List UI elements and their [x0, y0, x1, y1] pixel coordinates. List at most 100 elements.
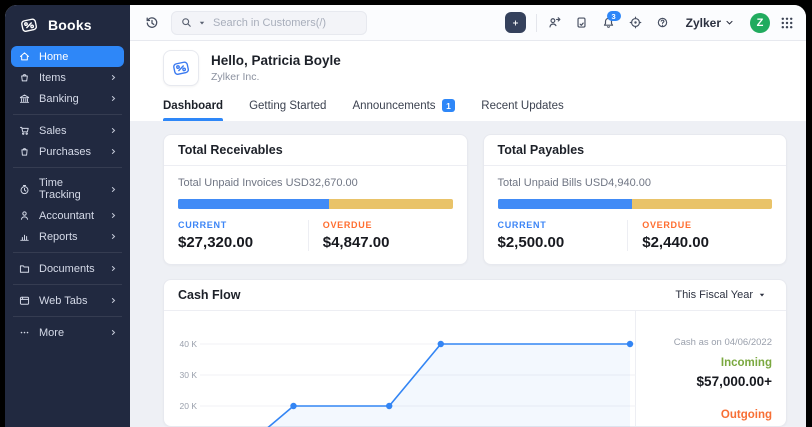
search-box — [171, 10, 367, 35]
tab-label: Getting Started — [249, 99, 327, 112]
app-title: Books — [48, 17, 92, 33]
tab-label: Dashboard — [163, 99, 224, 112]
receivables-current-label: CURRENT — [178, 220, 227, 230]
sidebar-nav: Home Items Banking Sales Purchases Time Track… — [5, 44, 130, 343]
sidebar-item-purchases[interactable]: Purchases — [11, 141, 124, 162]
chevron-right-icon — [109, 94, 118, 103]
purchases-icon — [18, 145, 31, 158]
payables-overdue-label: OVERDUE — [642, 220, 692, 230]
tab-dashboard[interactable]: Dashboard — [163, 99, 224, 121]
search-input[interactable] — [211, 15, 358, 30]
referral-icon[interactable] — [547, 15, 562, 30]
search-scope-caret-icon[interactable] — [198, 19, 206, 27]
total-receivables-card: Total Receivables Total Unpaid Invoices … — [163, 134, 468, 265]
chevron-right-icon — [109, 147, 118, 156]
sidebar-item-label: Reports — [39, 230, 78, 243]
time-tracking-icon — [18, 183, 31, 196]
sidebar-item-banking[interactable]: Banking — [11, 88, 124, 109]
notifications-icon[interactable]: 3 — [601, 11, 621, 30]
documents-icon — [18, 262, 31, 275]
payables-overdue-value: $2,440.00 — [642, 234, 709, 251]
dashboard-body: Total Receivables Total Unpaid Invoices … — [130, 121, 806, 427]
sidebar-item-web-tabs[interactable]: Web Tabs — [11, 290, 124, 311]
sidebar-item-label: Documents — [39, 262, 95, 275]
receivables-current-segment — [178, 199, 329, 209]
books-logo[interactable]: Books — [5, 5, 130, 44]
receivables-current-value: $27,320.00 — [178, 234, 254, 251]
tab-recent-updates[interactable]: Recent Updates — [481, 99, 563, 121]
tab-badge: 1 — [441, 99, 456, 112]
sidebar-item-label: Time Tracking — [39, 177, 81, 201]
receivables-overdue-label: OVERDUE — [322, 220, 373, 230]
outgoing-label: Outgoing — [720, 409, 772, 421]
sidebar-item-sales[interactable]: Sales — [11, 120, 124, 141]
greeting-section: Hello, Patricia Boyle Zylker Inc. Dashbo… — [130, 41, 806, 121]
sales-icon — [18, 124, 31, 137]
sidebar-item-label: Purchases — [39, 145, 91, 158]
cash-flow-summary: Cash as on 04/06/2022 Incoming $57,000.0… — [635, 311, 786, 427]
chevron-right-icon — [109, 126, 118, 135]
organization-switcher[interactable]: Zylker — [680, 15, 740, 31]
sidebar-item-home[interactable]: Home — [11, 46, 124, 67]
chevron-right-icon — [109, 264, 118, 273]
books-badge-icon — [163, 50, 199, 86]
help-icon[interactable] — [655, 15, 670, 30]
content: Hello, Patricia Boyle Zylker Inc. Dashbo… — [130, 41, 806, 427]
sidebar: Books Home Items Banking Sales Purchases Time… — [5, 5, 130, 427]
sidebar-item-reports[interactable]: Reports — [11, 226, 124, 247]
cash-flow-chart: 40 K30 K20 K10 K — [164, 311, 636, 427]
sidebar-item-time-tracking[interactable]: Time Tracking — [11, 173, 124, 205]
total-payables-card: Total Payables Total Unpaid Bills USD4,9… — [482, 134, 787, 265]
payables-subtitle: Total Unpaid Bills USD4,940.00 — [497, 177, 651, 189]
topbar-divider — [535, 13, 537, 32]
chevron-right-icon — [109, 211, 118, 220]
chevron-right-icon — [109, 296, 118, 305]
svg-text:20 K: 20 K — [180, 401, 198, 411]
sidebar-item-label: Items — [39, 71, 66, 84]
organization-name: Zylker — [685, 15, 721, 30]
receivables-subtitle: Total Unpaid Invoices USD32,670.00 — [178, 177, 358, 189]
chevron-down-icon — [759, 293, 765, 297]
books-logo-icon — [18, 14, 40, 36]
feedback-icon[interactable] — [574, 15, 589, 30]
avatar[interactable]: Z — [750, 12, 770, 33]
quick-create-button[interactable] — [504, 12, 526, 33]
greeting-text: Hello, Patricia Boyle — [211, 53, 341, 68]
sidebar-separator — [13, 316, 122, 317]
payables-current-label: CURRENT — [497, 220, 547, 230]
tab-getting-started[interactable]: Getting Started — [249, 99, 326, 121]
tab-announcements[interactable]: Announcements 1 — [352, 99, 456, 121]
web-tabs-icon — [18, 294, 31, 307]
sidebar-item-accountant[interactable]: Accountant — [11, 205, 124, 226]
receivables-progress-bar — [178, 199, 453, 209]
receivables-title: Total Receivables — [164, 135, 467, 166]
sidebar-item-more[interactable]: More — [11, 322, 124, 343]
recent-history-icon[interactable] — [144, 15, 160, 31]
svg-text:30 K: 30 K — [180, 370, 198, 380]
notification-badge: 3 — [606, 11, 621, 21]
fiscal-year-dropdown[interactable]: This Fiscal Year — [669, 288, 772, 302]
sidebar-item-documents[interactable]: Documents — [11, 258, 124, 279]
chevron-down-icon — [726, 20, 733, 25]
home-icon — [18, 50, 31, 63]
payables-progress-bar — [497, 199, 772, 209]
summary-cards-row: Total Receivables Total Unpaid Invoices … — [163, 134, 787, 265]
sidebar-item-label: Accountant — [39, 209, 95, 222]
company-name: Zylker Inc. — [211, 71, 260, 83]
settings-icon[interactable] — [628, 15, 643, 30]
banking-icon — [18, 92, 31, 105]
sidebar-separator — [13, 284, 122, 285]
sidebar-item-items[interactable]: Items — [11, 67, 124, 88]
sidebar-item-label: Sales — [39, 124, 67, 137]
tab-label: Announcements — [352, 99, 436, 112]
apps-grid-icon[interactable] — [780, 16, 794, 30]
sidebar-separator — [13, 167, 122, 168]
payables-current-segment — [497, 199, 632, 209]
cash-flow-card: Cash Flow This Fiscal Year 40 K30 K20 K1… — [163, 279, 787, 427]
topbar-actions: 3 Zylker Z — [504, 11, 794, 33]
search-icon — [180, 16, 193, 29]
payables-title: Total Payables — [483, 135, 786, 166]
cash-flow-title: Cash Flow — [178, 288, 241, 302]
sidebar-separator — [13, 252, 122, 253]
chevron-right-icon — [109, 185, 118, 194]
